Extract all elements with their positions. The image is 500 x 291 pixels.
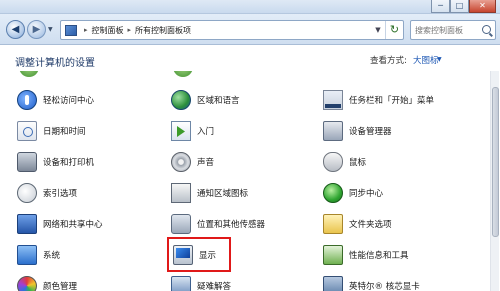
address-dropdown[interactable]: ▼ — [371, 26, 385, 34]
item-label: 鼠标 — [349, 158, 367, 168]
list-item[interactable]: 通知区域图标 — [171, 181, 321, 205]
item-label: 疑难解答 — [197, 282, 232, 291]
item-label: 颜色管理 — [43, 282, 78, 291]
address-bar[interactable]: ▸ 控制面板 ▸ 所有控制面板项 ▼ ↻ — [60, 20, 404, 40]
sync-icon — [323, 183, 343, 203]
item-label: 英特尔® 核芯显卡 — [349, 282, 420, 291]
list-item[interactable]: 系统 — [17, 243, 167, 267]
list-item[interactable]: 疑难解答 — [171, 274, 321, 291]
item-label: 设备和打印机 — [43, 158, 95, 168]
clock-icon — [17, 121, 37, 141]
item-label: 区域和语言 — [197, 96, 240, 106]
item-label: 任务栏和「开始」菜单 — [349, 96, 435, 106]
page-title: 调整计算机的设置 — [15, 58, 95, 69]
search-input[interactable] — [411, 21, 477, 39]
display-icon — [173, 245, 193, 265]
partial-item-icon — [19, 71, 39, 77]
taskbar-icon — [323, 90, 343, 110]
window-controls: ─ □ ✕ — [431, 0, 496, 13]
scrollbar-thumb[interactable] — [492, 87, 499, 237]
breadcrumb-separator[interactable]: ▸ — [128, 26, 132, 34]
item-label: 通知区域图标 — [197, 189, 249, 199]
getting-started-icon — [171, 121, 191, 141]
partial-item-icon — [173, 71, 193, 77]
title-bar: ─ □ ✕ — [0, 0, 500, 14]
list-item[interactable]: 同步中心 — [323, 181, 473, 205]
forward-button[interactable]: ▶ — [27, 20, 46, 39]
item-label: 显示 — [199, 251, 217, 261]
troubleshoot-icon — [171, 276, 191, 291]
view-by-label: 查看方式: — [370, 56, 407, 66]
items-panel: 轻松访问中心 区域和语言 任务栏和「开始」菜单 日期和时间 入门 设备管理器 设… — [7, 71, 487, 291]
list-item[interactable]: 设备和打印机 — [17, 150, 167, 174]
color-icon — [17, 276, 37, 291]
minimize-button[interactable]: ─ — [431, 0, 450, 13]
chevron-down-icon[interactable]: ▼ — [437, 56, 442, 63]
list-item[interactable]: 轻松访问中心 — [17, 88, 167, 112]
list-item[interactable]: 位置和其他传感器 — [171, 212, 321, 236]
view-by-dropdown[interactable]: 大图标 — [413, 54, 439, 66]
list-item-display[interactable]: 显示 — [173, 243, 323, 267]
recent-pages-dropdown[interactable]: ▼ — [48, 26, 53, 33]
back-button[interactable]: ◀ — [6, 20, 25, 39]
list-item[interactable]: 声音 — [171, 150, 321, 174]
item-label: 索引选项 — [43, 189, 78, 199]
device-manager-icon — [323, 121, 343, 141]
list-item[interactable]: 区域和语言 — [171, 88, 321, 112]
item-label: 轻松访问中心 — [43, 96, 95, 106]
maximize-button[interactable]: □ — [450, 0, 469, 13]
search-box[interactable] — [410, 20, 496, 40]
control-panel-icon — [65, 24, 77, 36]
item-label: 网络和共享中心 — [43, 220, 103, 230]
list-item[interactable]: 文件夹选项 — [323, 212, 473, 236]
breadcrumb-control-panel[interactable]: 控制面板 — [92, 25, 124, 36]
list-item[interactable]: 鼠标 — [323, 150, 473, 174]
list-item[interactable]: 性能信息和工具 — [323, 243, 473, 267]
globe-icon — [171, 90, 191, 110]
folder-icon — [323, 214, 343, 234]
ease-of-access-icon — [17, 90, 37, 110]
intel-graphics-icon — [323, 276, 343, 291]
item-label: 文件夹选项 — [349, 220, 392, 230]
item-label: 声音 — [197, 158, 215, 168]
refresh-icon[interactable]: ↻ — [385, 21, 403, 39]
list-item[interactable]: 日期和时间 — [17, 119, 167, 143]
item-label: 入门 — [197, 127, 215, 137]
breadcrumb-all-items[interactable]: 所有控制面板项 — [135, 25, 191, 36]
location-sensor-icon — [171, 214, 191, 234]
system-icon — [17, 245, 37, 265]
list-item[interactable]: 英特尔® 核芯显卡 — [323, 274, 473, 291]
item-label: 设备管理器 — [349, 127, 392, 137]
search-icon[interactable] — [482, 25, 491, 34]
printer-icon — [17, 152, 37, 172]
list-item[interactable]: 索引选项 — [17, 181, 167, 205]
magnifier-icon — [17, 183, 37, 203]
vertical-scrollbar[interactable] — [490, 71, 499, 291]
list-item[interactable]: 设备管理器 — [323, 119, 473, 143]
breadcrumb-separator[interactable]: ▸ — [84, 26, 88, 34]
mouse-icon — [323, 152, 343, 172]
address-actions: ▼ ↻ — [371, 21, 403, 39]
list-item[interactable]: 任务栏和「开始」菜单 — [323, 88, 473, 112]
close-button[interactable]: ✕ — [469, 0, 496, 13]
speaker-icon — [171, 152, 191, 172]
item-label: 同步中心 — [349, 189, 384, 199]
content-area: 调整计算机的设置 查看方式: 大图标 ▼ 轻松访问中心 区域和语言 任务栏和「开… — [0, 46, 500, 291]
performance-icon — [323, 245, 343, 265]
item-label: 位置和其他传感器 — [197, 220, 266, 230]
network-icon — [17, 214, 37, 234]
notification-area-icon — [171, 183, 191, 203]
item-label: 系统 — [43, 251, 61, 261]
list-item[interactable]: 入门 — [171, 119, 321, 143]
list-item[interactable]: 网络和共享中心 — [17, 212, 167, 236]
item-label: 性能信息和工具 — [349, 251, 409, 261]
item-label: 日期和时间 — [43, 127, 86, 137]
list-item[interactable]: 颜色管理 — [17, 274, 167, 291]
navigation-toolbar: ◀ ▶ ▼ ▸ 控制面板 ▸ 所有控制面板项 ▼ ↻ — [0, 14, 500, 45]
